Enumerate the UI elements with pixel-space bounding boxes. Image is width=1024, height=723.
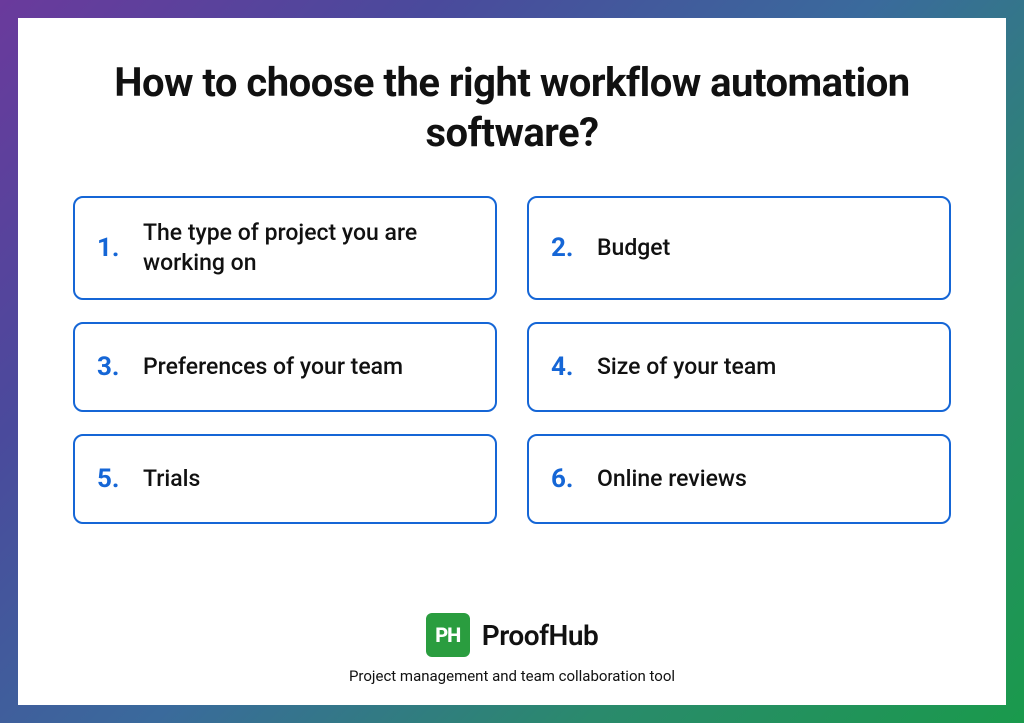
criteria-number: 4. — [551, 352, 579, 382]
content-card: How to choose the right workflow automat… — [18, 18, 1006, 705]
criteria-label: Trials — [143, 464, 200, 494]
criteria-number: 2. — [551, 233, 579, 263]
criteria-item-2: 2. Budget — [527, 196, 951, 300]
criteria-label: Preferences of your team — [143, 352, 403, 382]
criteria-item-4: 4. Size of your team — [527, 322, 951, 412]
criteria-label: The type of project you are working on — [143, 218, 473, 278]
brand-name: ProofHub — [482, 619, 599, 652]
criteria-grid: 1. The type of project you are working o… — [73, 196, 951, 585]
page-title: How to choose the right workflow automat… — [73, 58, 951, 158]
criteria-number: 1. — [97, 233, 125, 263]
criteria-number: 5. — [97, 464, 125, 494]
criteria-item-5: 5. Trials — [73, 434, 497, 524]
brand-lockup: PH ProofHub — [426, 613, 599, 657]
brand-tagline: Project management and team collaboratio… — [349, 667, 675, 685]
criteria-number: 3. — [97, 352, 125, 382]
criteria-label: Budget — [597, 233, 670, 263]
criteria-item-1: 1. The type of project you are working o… — [73, 196, 497, 300]
brand-logo-icon: PH — [426, 613, 470, 657]
criteria-number: 6. — [551, 464, 579, 494]
criteria-label: Online reviews — [597, 464, 747, 494]
criteria-item-3: 3. Preferences of your team — [73, 322, 497, 412]
criteria-item-6: 6. Online reviews — [527, 434, 951, 524]
criteria-label: Size of your team — [597, 352, 776, 382]
footer: PH ProofHub Project management and team … — [73, 613, 951, 685]
